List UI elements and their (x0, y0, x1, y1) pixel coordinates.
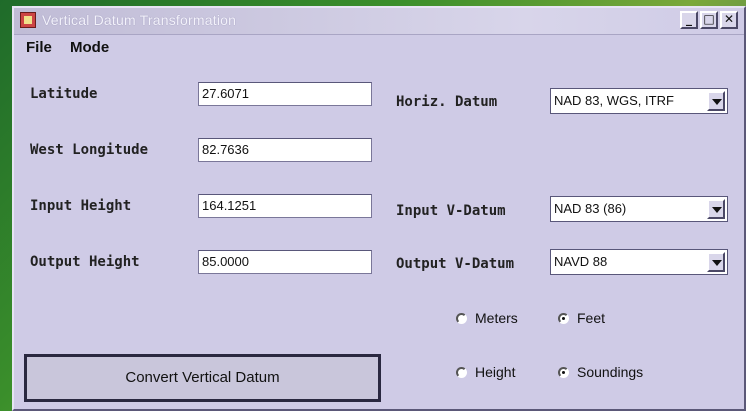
radio-selected-icon (558, 367, 569, 378)
minimize-icon[interactable]: _ (680, 11, 698, 29)
input-vdatum-select[interactable]: NAD 83 (86) (550, 196, 728, 222)
horiz-datum-select[interactable]: NAD 83, WGS, ITRF (550, 88, 728, 114)
chevron-down-icon[interactable] (707, 252, 725, 272)
west-longitude-label: West Longitude (30, 142, 149, 158)
app-icon (20, 12, 36, 28)
convert-vertical-datum-button[interactable]: Convert Vertical Datum (24, 354, 381, 402)
horiz-datum-label: Horiz. Datum (396, 94, 498, 110)
radio-selected-icon (558, 313, 569, 324)
radio-unselected-icon (456, 313, 467, 324)
output-height-label: Output Height (30, 254, 140, 270)
input-height-field[interactable]: 164.1251 (198, 194, 372, 218)
west-longitude-field[interactable]: 82.7636 (198, 138, 372, 162)
title-bar[interactable]: Vertical Datum Transformation _ □ ✕ (14, 8, 744, 35)
feet-label: Feet (577, 310, 606, 326)
meters-label: Meters (475, 310, 518, 326)
input-height-label: Input Height (30, 198, 132, 214)
chevron-down-icon[interactable] (707, 199, 725, 219)
feet-radio[interactable]: Feet (558, 310, 605, 326)
latitude-label: Latitude (30, 86, 98, 102)
menu-mode[interactable]: Mode (70, 39, 109, 56)
height-radio[interactable]: Height (456, 364, 515, 380)
output-vdatum-label: Output V-Datum (396, 256, 515, 272)
radio-unselected-icon (456, 367, 467, 378)
output-vdatum-select[interactable]: NAVD 88 (550, 249, 728, 275)
horiz-datum-value: NAD 83, WGS, ITRF (554, 93, 674, 108)
height-label: Height (475, 364, 516, 380)
close-icon[interactable]: ✕ (720, 11, 738, 29)
soundings-radio[interactable]: Soundings (558, 364, 643, 380)
input-vdatum-value: NAD 83 (86) (554, 201, 627, 216)
output-height-field[interactable]: 85.0000 (198, 250, 372, 274)
maximize-icon[interactable]: □ (700, 11, 718, 29)
soundings-label: Soundings (577, 364, 644, 380)
menu-bar: File Mode (14, 35, 744, 59)
latitude-field[interactable]: 27.6071 (198, 82, 372, 106)
app-window: Vertical Datum Transformation _ □ ✕ File… (12, 6, 746, 411)
meters-radio[interactable]: Meters (456, 310, 518, 326)
output-vdatum-value: NAVD 88 (554, 254, 608, 269)
window-title: Vertical Datum Transformation (42, 12, 237, 28)
menu-file[interactable]: File (26, 39, 52, 56)
input-vdatum-label: Input V-Datum (396, 203, 506, 219)
chevron-down-icon[interactable] (707, 91, 725, 111)
